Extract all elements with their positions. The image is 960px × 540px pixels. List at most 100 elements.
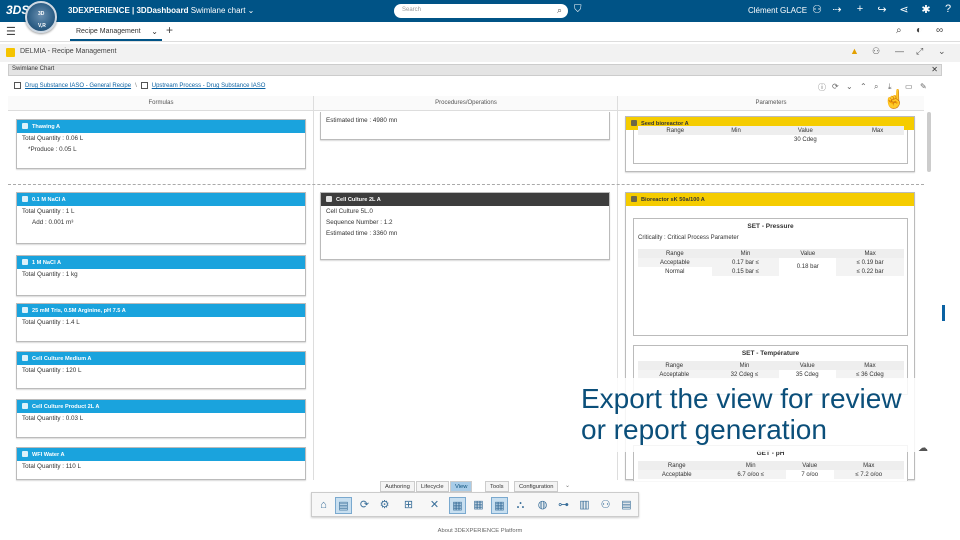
hierarchy-icon[interactable]: ⊶ bbox=[555, 497, 572, 514]
parameter-icon bbox=[631, 120, 637, 126]
parameter-icon bbox=[631, 196, 637, 202]
formula-icon bbox=[22, 259, 28, 265]
caption-line-1: Export the view for review bbox=[581, 383, 902, 414]
grid-view-icon[interactable]: ▦ bbox=[449, 497, 466, 514]
formula-card-nacl-01[interactable]: 0.1 M NaCl A Total Quantity : 1 L Add : … bbox=[16, 192, 306, 244]
formula-icon bbox=[22, 196, 28, 202]
pressure-value: 0.18 bar bbox=[796, 264, 819, 270]
globe-icon[interactable]: ◍ bbox=[534, 497, 551, 514]
user-settings-icon[interactable]: ⚇ bbox=[872, 46, 880, 57]
add-tab-icon[interactable]: + bbox=[166, 23, 173, 37]
platform-title: 3DEXPERIENCE | 3DDashboard Swimlane char… bbox=[68, 6, 255, 15]
mouse-cursor-icon: ☝ bbox=[883, 89, 906, 109]
vr-icon[interactable]: ∞ bbox=[936, 25, 943, 36]
tag-icon[interactable]: ⛉ bbox=[574, 4, 582, 15]
formula-card-cell-culture-product[interactable]: Cell Culture Product 2L A Total Quantity… bbox=[16, 399, 306, 438]
delete-icon[interactable]: ✕ bbox=[426, 497, 443, 514]
table-view-icon[interactable]: ▥ bbox=[576, 497, 593, 514]
chevron-down-icon[interactable]: ⌄ bbox=[938, 46, 946, 57]
structure-icon[interactable]: ⚙ bbox=[376, 497, 393, 514]
procedure-card-top[interactable]: Estimated time : 4980 mn bbox=[320, 112, 610, 140]
formula-card-thawing[interactable]: Thawing A Total Quantity : 0.06 L *Produ… bbox=[16, 119, 306, 169]
formula-card-cell-culture-medium[interactable]: Cell Culture Medium A Total Quantity : 1… bbox=[16, 351, 306, 389]
user-name[interactable]: Clément GLACE bbox=[748, 6, 807, 15]
expand-icon[interactable]: ⌃ bbox=[860, 82, 867, 91]
app-icon bbox=[6, 48, 15, 57]
warning-icon[interactable]: ▲ bbox=[850, 46, 859, 56]
seed-value: 30 Cdeg bbox=[794, 136, 817, 143]
share-icon[interactable]: ⇢ bbox=[829, 3, 845, 16]
row-divider bbox=[8, 184, 924, 185]
compass[interactable]: 3D V,R bbox=[25, 1, 57, 33]
dashboard-name[interactable]: Swimlane chart bbox=[189, 6, 246, 15]
tab-configuration[interactable]: Configuration bbox=[514, 481, 559, 492]
tree-icon[interactable]: ⊞ bbox=[400, 497, 417, 514]
close-icon[interactable]: ✕ bbox=[931, 65, 938, 74]
footer-about[interactable]: About 3DEXPERIENCE Platform bbox=[0, 528, 960, 534]
tab-tools[interactable]: Tools bbox=[485, 481, 509, 492]
lane-divider bbox=[313, 96, 314, 480]
top-bar: 3DS 3DEXPERIENCE | 3DDashboard Swimlane … bbox=[0, 0, 960, 22]
recipe-icon bbox=[14, 82, 21, 89]
document-icon[interactable]: ▤ bbox=[335, 497, 352, 514]
list-view-icon[interactable]: ▦ bbox=[470, 497, 487, 514]
home-icon[interactable]: ⌂ bbox=[315, 497, 332, 514]
column-formulas: Formulas bbox=[148, 100, 174, 106]
forward-icon[interactable]: ↪ bbox=[874, 3, 890, 16]
tab-bar: ☰ Recipe Management ⌄ + ⌕ ◐ ∞ bbox=[0, 22, 960, 42]
tab-lifecycle[interactable]: Lifecycle bbox=[416, 481, 449, 492]
widget-title: Swimlane Chart bbox=[12, 66, 55, 72]
refresh-icon[interactable]: ⟳ bbox=[356, 497, 373, 514]
network-share-icon[interactable]: ⋖ bbox=[896, 3, 912, 16]
search-input[interactable]: Search ⌕ bbox=[394, 4, 568, 18]
refresh-icon[interactable]: ⟳ bbox=[832, 82, 839, 91]
breadcrumb-item-general-recipe[interactable]: Drug Substance IASO - General Recipe bbox=[25, 83, 131, 89]
view-toggle-icon[interactable]: ◐ bbox=[916, 25, 922, 36]
widget-header: Swimlane Chart ✕ bbox=[8, 64, 942, 76]
maximize-icon[interactable]: ⤢ bbox=[916, 46, 923, 57]
formula-card-tris-arginine[interactable]: 25 mM Tris, 0.5M Arginine, pH 7.5 A Tota… bbox=[16, 303, 306, 342]
info-icon[interactable]: ⓘ bbox=[818, 82, 826, 93]
report-icon[interactable]: ▤ bbox=[618, 497, 635, 514]
process-icon bbox=[140, 82, 148, 89]
collapse-icon[interactable]: ⌄ bbox=[846, 82, 853, 91]
parameter-card-seed-bioreactor[interactable]: Seed bioreactor A Range Min Value Max 30 Cd… bbox=[625, 116, 915, 172]
add-icon[interactable]: + bbox=[852, 3, 868, 15]
help-icon[interactable]: ? bbox=[940, 3, 956, 15]
pressure-parameter: SET - Pressure Criticality : Critical Pr… bbox=[633, 218, 908, 336]
formula-icon bbox=[22, 403, 28, 409]
formula-icon bbox=[22, 307, 28, 313]
search-icon[interactable]: ⌕ bbox=[874, 82, 878, 92]
procedure-card-cell-culture-2l[interactable]: Cell Culture 2L A Cell Culture 5L.0 Sequ… bbox=[320, 192, 610, 260]
chat-icon[interactable]: ☁ bbox=[918, 443, 928, 454]
edit-icon[interactable]: ✎ bbox=[920, 82, 927, 91]
people-icon[interactable]: ⚇ bbox=[597, 497, 614, 514]
breadcrumb-item-upstream-process[interactable]: Upstream Process - Drug Substance IASO bbox=[152, 83, 266, 89]
caption-line-2: or report generation bbox=[581, 414, 827, 445]
tab-authoring[interactable]: Authoring bbox=[380, 481, 415, 492]
formula-card-wfi-water[interactable]: WFI Water A Total Quantity : 110 L bbox=[16, 447, 306, 480]
seed-parameter-table: Range Min Value Max 30 Cdeg bbox=[633, 126, 908, 164]
tools-icon[interactable]: ✱ bbox=[918, 3, 934, 16]
ph-value: 7 o/oo bbox=[801, 471, 819, 478]
column-parameters: Parameters bbox=[755, 100, 787, 106]
network-icon[interactable]: ⛬ bbox=[512, 497, 529, 514]
breadcrumb: Drug Substance IASO - General Recipe \ Ups… bbox=[14, 82, 265, 89]
minimize-icon[interactable]: — bbox=[895, 46, 904, 56]
chevron-down-icon[interactable]: ⌄ bbox=[561, 481, 574, 492]
chevron-down-icon[interactable]: ⌄ bbox=[151, 27, 158, 36]
tab-recipe-management[interactable]: Recipe Management ⌄ bbox=[70, 24, 162, 41]
tab-view[interactable]: View bbox=[450, 481, 473, 492]
zoom-icon[interactable]: ⌕ bbox=[896, 25, 902, 36]
search-icon[interactable]: ⌕ bbox=[557, 5, 562, 16]
user-icon[interactable]: ⚇ bbox=[809, 3, 825, 16]
menu-icon[interactable]: ☰ bbox=[6, 25, 16, 38]
swimlane-view-icon[interactable]: ▦ bbox=[491, 497, 508, 514]
app-title: DELMIA - Recipe Management bbox=[20, 48, 117, 55]
formula-card-nacl-1[interactable]: 1 M NaCl A Total Quantity : 1 kg bbox=[16, 255, 306, 296]
side-panel-handle[interactable] bbox=[942, 305, 945, 321]
vertical-scrollbar[interactable] bbox=[927, 112, 931, 172]
table-icon[interactable]: ▭ bbox=[905, 82, 913, 91]
caption-overlay: Export the view for review or report gene… bbox=[571, 378, 956, 452]
formula-icon bbox=[22, 355, 28, 361]
